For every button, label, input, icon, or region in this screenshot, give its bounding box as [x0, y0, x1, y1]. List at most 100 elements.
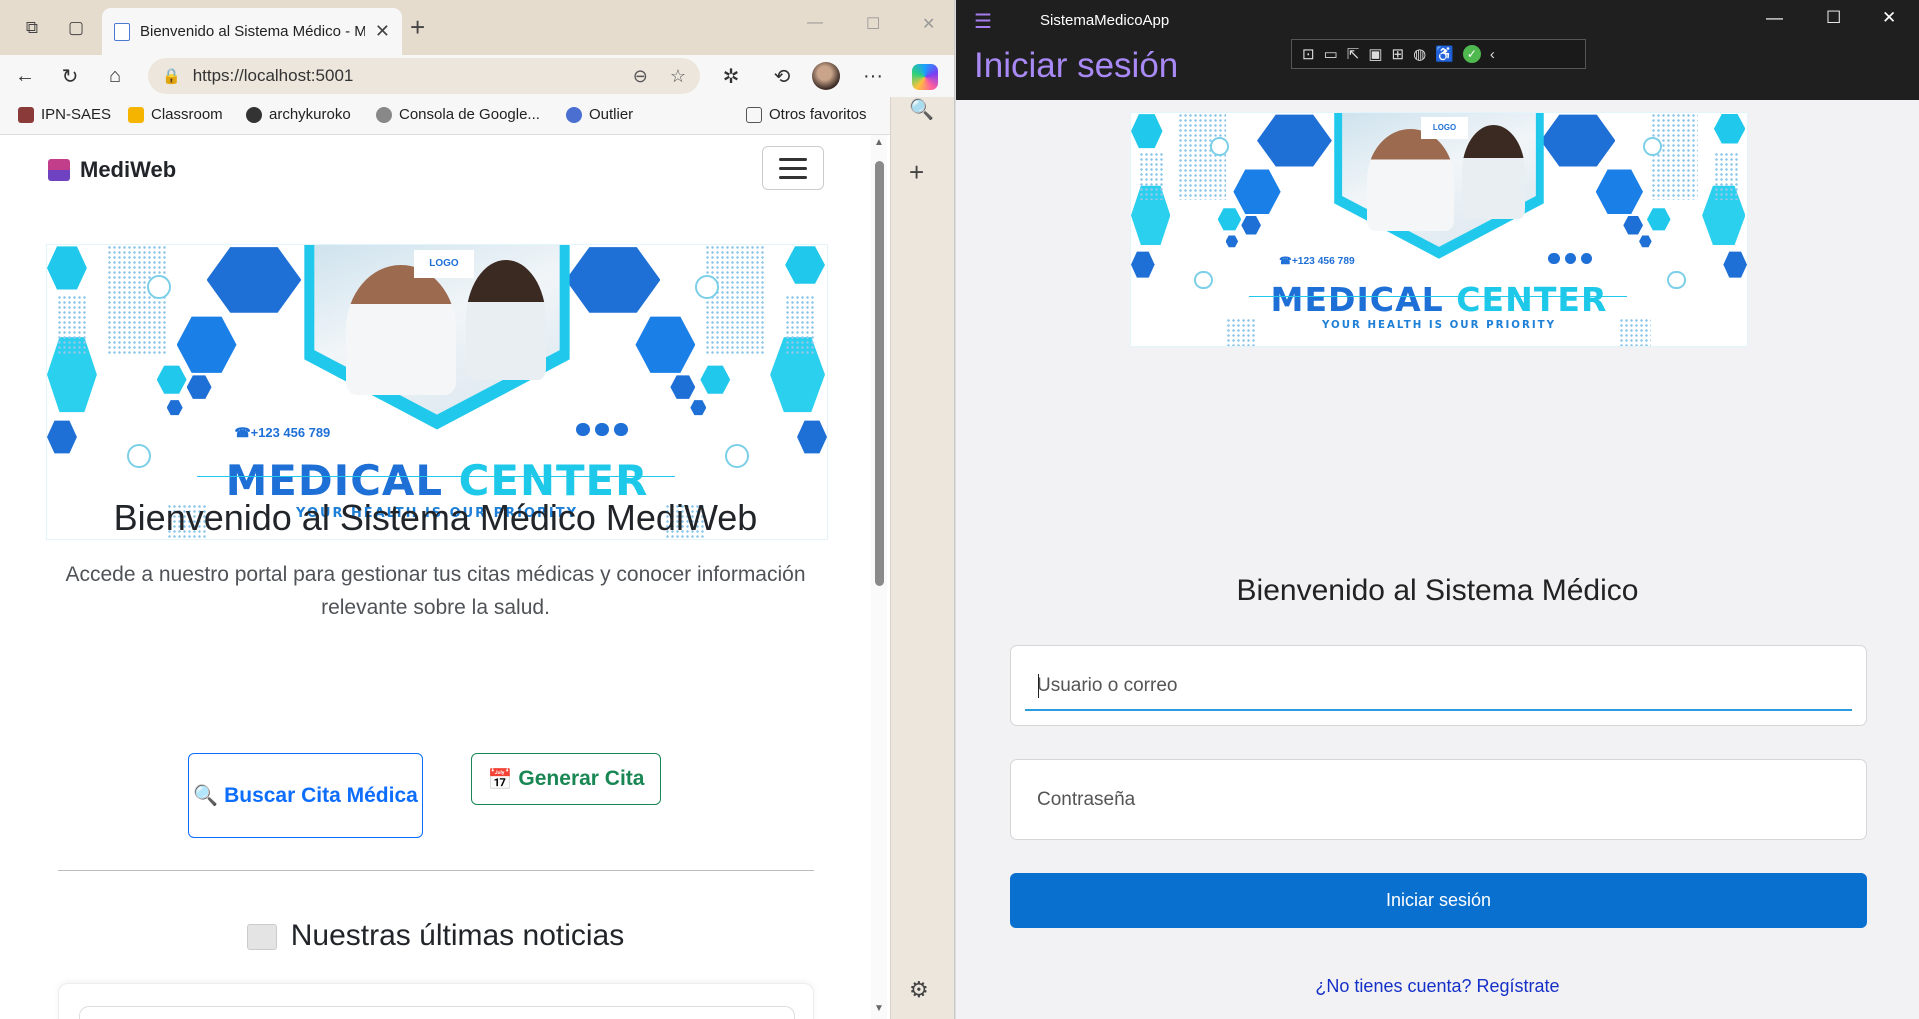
doctor-figure — [465, 259, 546, 380]
hexagon-shape — [1225, 235, 1239, 248]
zoom-icon[interactable]: ⊖ — [633, 66, 648, 87]
collapse-toolbar-icon[interactable]: ‹ — [1490, 46, 1495, 63]
browser-toolbar: ← ↻ ⌂ 🔒 https://localhost:5001 ⊖ ☆ ✲ ⟲ ·… — [0, 55, 954, 97]
hexagon-shape — [1131, 114, 1163, 149]
text-caret — [1038, 674, 1039, 698]
calendar-add-icon: 📅 — [487, 768, 513, 791]
hexagon-shape — [1713, 113, 1746, 144]
site-navbar: MediWeb — [0, 135, 871, 203]
hexagon-shape — [1241, 215, 1261, 235]
hexagon-shape — [670, 375, 696, 399]
bookmark-folder[interactable]: Otros favoritos — [746, 106, 867, 123]
search-appointment-label: Buscar Cita Médica — [224, 783, 418, 807]
select-element-icon[interactable]: ⊡ — [1302, 45, 1315, 63]
scrollbar-thumb[interactable] — [875, 161, 884, 586]
workspaces-icon[interactable]: ⧉ — [18, 14, 46, 42]
app-maximize-icon[interactable]: ☐ — [1826, 8, 1841, 28]
dot-pattern — [1178, 113, 1226, 200]
record-icon[interactable]: ▭ — [1324, 45, 1338, 63]
navbar-toggle-button[interactable] — [762, 146, 824, 190]
profile-avatar[interactable] — [812, 62, 840, 90]
address-bar[interactable]: 🔒 https://localhost:5001 ⊖ ☆ — [148, 58, 700, 94]
tab-actions-icon[interactable]: ▢ — [62, 14, 90, 42]
doctor-figure — [1367, 128, 1454, 232]
bookmark-item[interactable]: Outlier — [566, 106, 633, 123]
favorite-star-icon[interactable]: ☆ — [670, 66, 686, 87]
settings-icon[interactable]: ⚙ — [909, 977, 929, 1003]
dot-pattern — [1138, 152, 1163, 200]
focus-underline — [1025, 709, 1852, 711]
page-favicon-icon — [114, 22, 130, 41]
dot-pattern — [1713, 152, 1738, 200]
banner-rule — [196, 476, 676, 478]
new-tab-button[interactable]: + — [410, 12, 425, 43]
banner-logo: LOGO — [414, 249, 474, 278]
doctor-figure — [1461, 124, 1525, 220]
banner-phone: ☎+123 456 789 — [1279, 255, 1355, 267]
password-field[interactable] — [1010, 759, 1867, 840]
search-appointment-button[interactable]: 🔍 Buscar Cita Médica — [188, 753, 423, 838]
banner-subtitle: YOUR HEALTH IS OUR PRIORITY — [1321, 319, 1557, 332]
social-icons — [575, 422, 628, 437]
url-text[interactable]: https://localhost:5001 — [193, 66, 611, 86]
site-info-icon[interactable]: 🔒 — [162, 67, 181, 85]
close-window-icon[interactable]: ✕ — [922, 14, 935, 34]
app-titlebar: ☰ SistemaMedicoApp — ☐ ✕ — [956, 0, 1919, 40]
browser-window: ⧉ ▢ Bienvenido al Sistema Médico - M ✕ +… — [0, 0, 955, 1019]
maximize-icon[interactable]: ☐ — [866, 14, 880, 34]
search-icon: 🔍 — [193, 784, 219, 807]
back-icon[interactable]: ← — [10, 61, 40, 91]
hexagon-shape — [47, 420, 77, 454]
password-input[interactable] — [1011, 760, 1866, 839]
layout-adorner-icon[interactable]: ▣ — [1368, 45, 1382, 63]
minimize-icon[interactable]: — — [807, 14, 823, 32]
bookmark-item[interactable]: IPN-SAES — [18, 106, 111, 123]
hexagon-shape — [1639, 235, 1652, 248]
tab-close-icon[interactable]: ✕ — [375, 21, 390, 42]
dot-pattern — [56, 294, 87, 355]
app-minimize-icon[interactable]: — — [1766, 8, 1783, 28]
hexagon-shape — [1131, 251, 1155, 278]
add-icon[interactable]: + — [909, 157, 924, 188]
tab-active[interactable]: Bienvenido al Sistema Médico - M ✕ — [102, 8, 402, 55]
bookmark-item[interactable]: Consola de Google... — [376, 106, 540, 123]
bookmark-item[interactable]: Classroom — [128, 106, 223, 123]
generate-appointment-label: Generar Cita — [518, 767, 645, 790]
track-focus-icon[interactable]: ⊞ — [1392, 45, 1405, 63]
binding-failures-icon[interactable]: ◍ — [1413, 45, 1426, 63]
extensions-icon[interactable]: ✲ — [716, 61, 746, 91]
more-icon[interactable]: ··· — [858, 61, 888, 91]
hexagon-shape — [1257, 114, 1332, 167]
register-link[interactable]: ¿No tienes cuenta? Regístrate — [956, 976, 1919, 997]
heart-icon — [1643, 136, 1662, 156]
username-field[interactable] — [1010, 645, 1867, 726]
browser-sidebar: 🔍 + ⚙ — [890, 97, 954, 1019]
copilot-icon[interactable] — [912, 64, 938, 90]
home-icon[interactable]: ⌂ — [100, 61, 130, 91]
site-brand[interactable]: MediWeb — [48, 157, 176, 183]
page-scrollbar[interactable]: ▲ ▼ — [871, 135, 887, 1019]
bookmark-item[interactable]: archykuroko — [246, 106, 351, 123]
hot-reload-ok-icon[interactable]: ✓ — [1462, 45, 1481, 63]
welcome-heading: Bienvenido al Sistema Médico — [1236, 574, 1639, 607]
accessibility-icon[interactable]: ♿ — [1435, 45, 1454, 63]
app-window-title: SistemaMedicoApp — [1040, 12, 1170, 29]
username-input[interactable] — [1011, 646, 1866, 725]
search-icon[interactable]: 🔍 — [909, 97, 934, 122]
login-button[interactable]: Iniciar sesión — [1010, 873, 1867, 928]
news-title-text: Nuestras últimas noticias — [290, 919, 625, 952]
heart-icon — [695, 274, 720, 299]
menu-icon[interactable]: ☰ — [974, 9, 992, 34]
hexagon-shape — [156, 365, 187, 394]
banner-phone: ☎+123 456 789 — [234, 424, 331, 440]
hexagon-shape — [785, 246, 825, 284]
refresh-icon[interactable]: ↻ — [55, 61, 85, 91]
hexagon-shape — [186, 375, 212, 399]
banner-logo: LOGO — [1420, 116, 1469, 139]
pointer-icon[interactable]: ⇱ — [1347, 45, 1360, 63]
hexagon-shape — [635, 316, 696, 373]
history-icon[interactable]: ⟲ — [767, 61, 797, 91]
generate-appointment-button[interactable]: 📅 Generar Cita — [471, 753, 661, 805]
dot-pattern — [1650, 113, 1699, 200]
app-close-icon[interactable]: ✕ — [1882, 8, 1896, 28]
